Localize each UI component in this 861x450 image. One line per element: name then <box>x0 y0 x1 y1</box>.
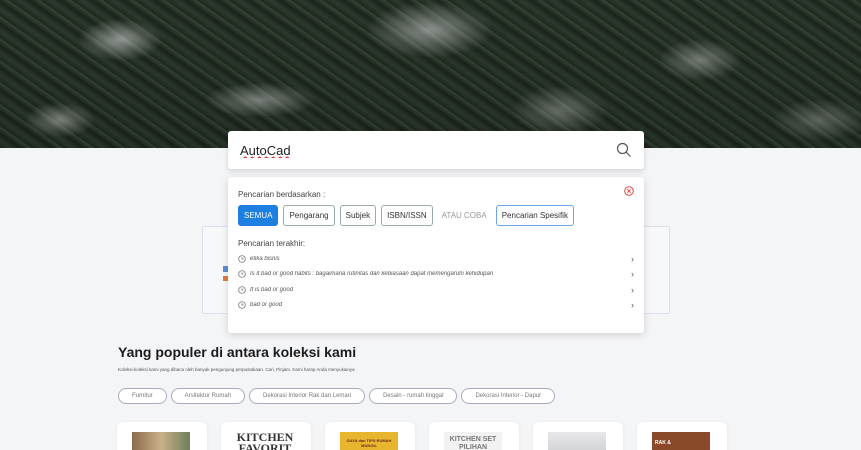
clock-icon <box>238 270 246 278</box>
book-cover: RAK & <box>652 432 710 450</box>
recent-search-text: It is bad or good <box>250 286 294 293</box>
book-cover <box>132 432 190 450</box>
book-cover-title: KITCHEN SET PILIHAN <box>449 436 497 450</box>
clock-icon <box>238 255 246 263</box>
search-suggestions-panel: Pencarian berdasarkan : SEMUA Pengarang … <box>228 177 644 333</box>
recent-search-text: Is it bad or good habits : bagaimana rut… <box>250 271 494 278</box>
hero-banner <box>0 0 861 148</box>
section-subtitle: Koleksi-koleksi kami yang dibaca oleh ba… <box>118 367 355 372</box>
hero-overlay <box>0 0 861 148</box>
recent-search-item[interactable]: Is it bad or good habits : bagaimana rut… <box>238 267 634 283</box>
filter-isbn-button[interactable]: ISBN/ISSN <box>381 205 433 226</box>
search-input[interactable] <box>240 142 616 158</box>
recent-search-item[interactable]: bad or good › <box>238 298 634 314</box>
filter-buttons: SEMUA Pengarang Subjek ISBN/ISSN ATAU CO… <box>238 205 634 226</box>
filter-subject-button[interactable]: Subjek <box>339 205 377 226</box>
category-chip[interactable]: Furnitur <box>118 388 167 404</box>
close-icon[interactable] <box>624 186 634 196</box>
book-cover <box>548 432 606 450</box>
specific-search-button[interactable]: Pencarian Spesifik <box>495 205 574 226</box>
book-cover: KITCHEN SET PILIHAN <box>444 432 502 450</box>
category-chip[interactable]: Dekorasi Interior - Dapur <box>461 388 556 404</box>
category-chip[interactable]: Desain - rumah tinggal <box>369 388 458 404</box>
or-try-label: ATAU COBA <box>441 211 487 220</box>
book-card[interactable] <box>533 422 623 450</box>
recent-searches-list: etika bisnis › Is it bad or good habits … <box>238 251 634 313</box>
search-icon[interactable] <box>616 142 632 158</box>
category-chip[interactable]: Dekorasi Interior Rak dan Lemari <box>249 388 366 404</box>
chevron-right-icon: › <box>631 300 634 311</box>
clock-icon <box>238 301 246 309</box>
recent-search-item[interactable]: etika bisnis › <box>238 251 634 267</box>
filter-all-button[interactable]: SEMUA <box>238 205 279 226</box>
book-card[interactable]: KITCHEN SET PILIHAN <box>429 422 519 450</box>
clock-icon <box>238 286 246 294</box>
filter-label: Pencarian berdasarkan : <box>238 190 326 199</box>
category-chips: Furnitur Arsitektur Rumah Dekorasi Inter… <box>118 388 556 404</box>
recent-search-text: bad or good <box>250 302 283 309</box>
book-cover: KITCHEN FAVORIT <box>236 430 294 450</box>
chevron-right-icon: › <box>631 284 634 295</box>
filter-author-button[interactable]: Pengarang <box>283 205 335 226</box>
chevron-right-icon: › <box>631 253 634 264</box>
book-card[interactable]: RAK & <box>637 422 727 450</box>
book-cover-title: KITCHEN FAVORIT <box>236 430 294 450</box>
book-cover: GAYA dan TIPS RUMAH MUNGIL <box>340 432 398 450</box>
chevron-right-icon: › <box>631 269 634 280</box>
recent-search-text: etika bisnis <box>250 255 280 262</box>
book-card[interactable] <box>117 422 207 450</box>
section-title: Yang populer di antara koleksi kami <box>118 344 357 360</box>
book-cover-title: GAYA dan TIPS RUMAH MUNGIL <box>346 438 392 448</box>
book-list: KITCHEN FAVORIT GAYA dan TIPS RUMAH MUNG… <box>117 422 727 450</box>
book-card[interactable]: KITCHEN FAVORIT <box>221 422 311 450</box>
book-cover-title: RAK & <box>655 440 671 446</box>
recent-search-item[interactable]: It is bad or good › <box>238 282 634 298</box>
recent-searches-label: Pencarian terakhir: <box>238 239 306 248</box>
category-chip[interactable]: Arsitektur Rumah <box>170 388 246 404</box>
book-card[interactable]: GAYA dan TIPS RUMAH MUNGIL <box>325 422 415 450</box>
search-bar[interactable] <box>228 131 644 169</box>
